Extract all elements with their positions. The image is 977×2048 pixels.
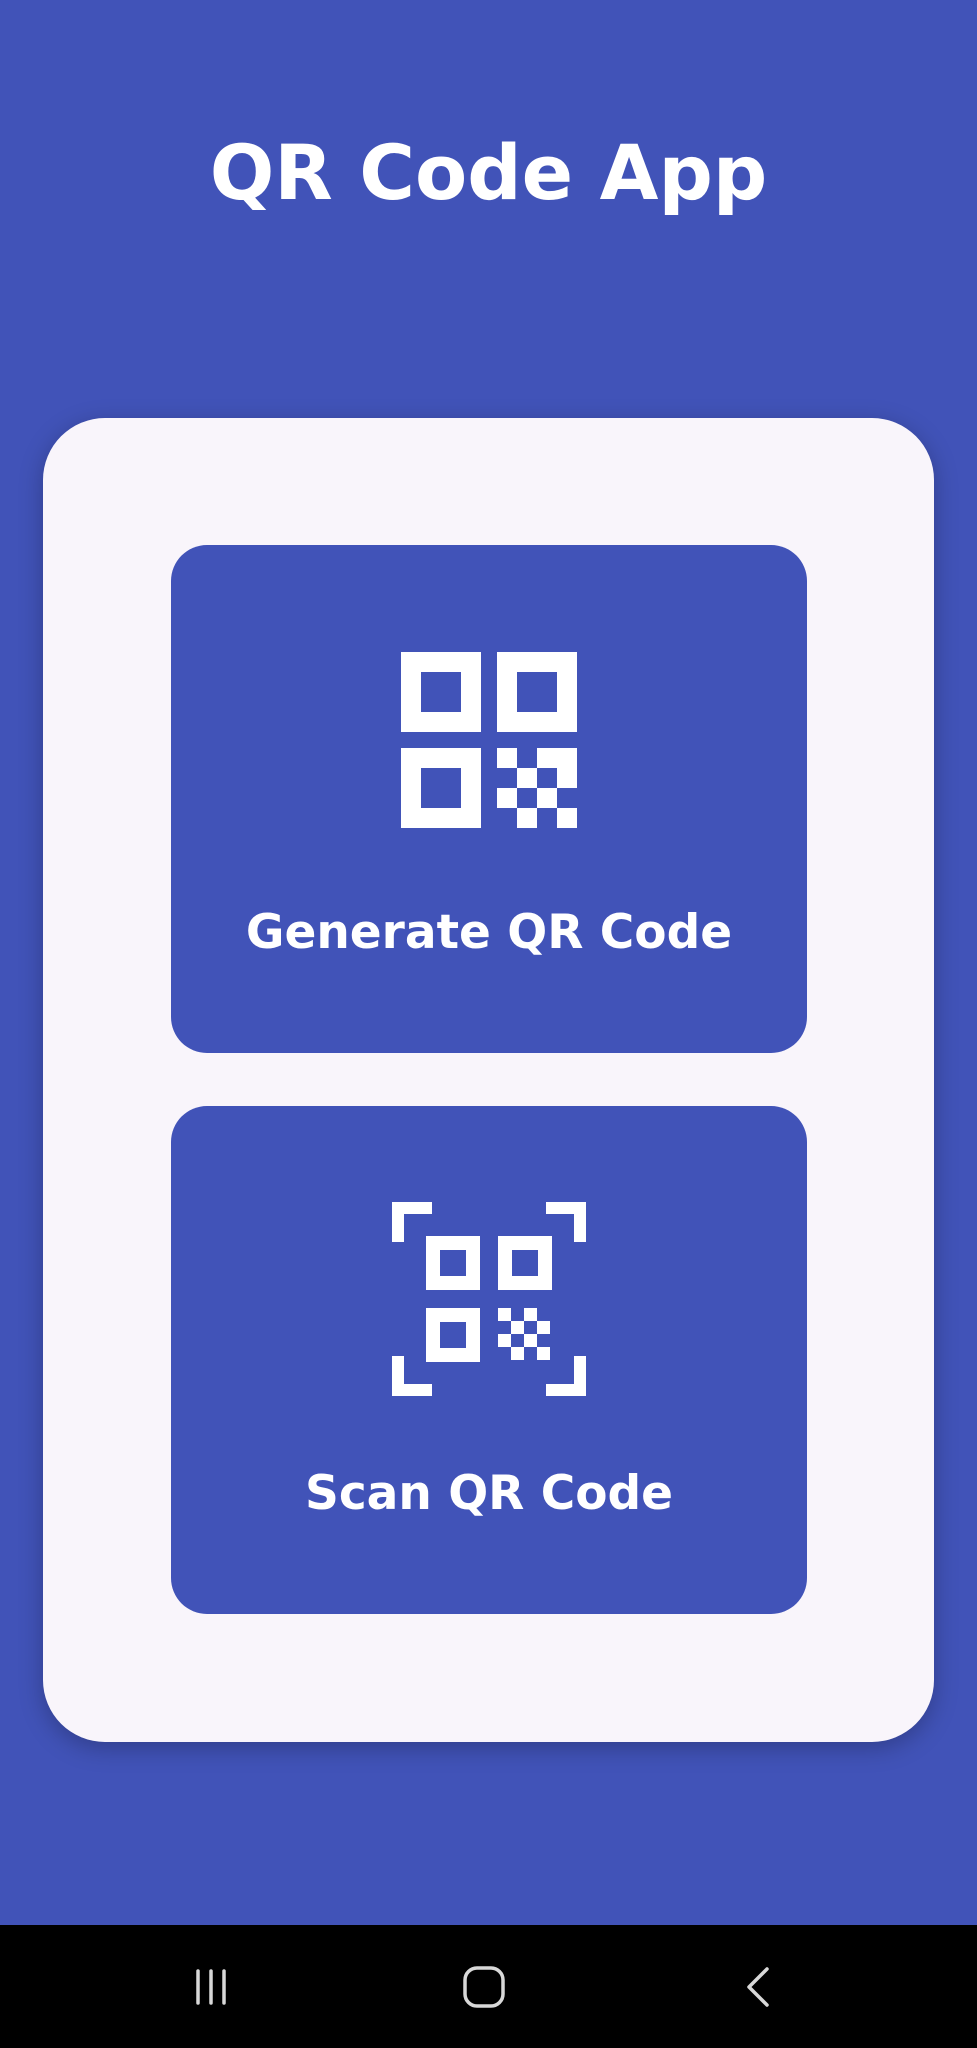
home-icon bbox=[463, 1966, 505, 2008]
qr-code-icon bbox=[171, 652, 807, 828]
app-title: QR Code App bbox=[209, 128, 768, 217]
recents-icon bbox=[196, 1969, 226, 2005]
scan-qr-label: Scan QR Code bbox=[304, 1466, 674, 1521]
system-navigation-bar bbox=[0, 1925, 977, 2048]
generate-qr-label: Generate QR Code bbox=[245, 905, 733, 960]
back-button[interactable] bbox=[718, 1955, 798, 2019]
scan-qr-button[interactable]: Scan QR Code bbox=[171, 1106, 807, 1614]
home-button[interactable] bbox=[444, 1955, 524, 2019]
qr-scan-icon bbox=[171, 1202, 807, 1396]
back-icon bbox=[747, 1967, 769, 2007]
actions-panel: Generate QR Code Scan QR Code bbox=[43, 418, 934, 1742]
recents-button[interactable] bbox=[171, 1955, 251, 2019]
generate-qr-button[interactable]: Generate QR Code bbox=[171, 545, 807, 1053]
screen: QR Code App Generate QR Code Scan QR Cod… bbox=[0, 0, 977, 2048]
